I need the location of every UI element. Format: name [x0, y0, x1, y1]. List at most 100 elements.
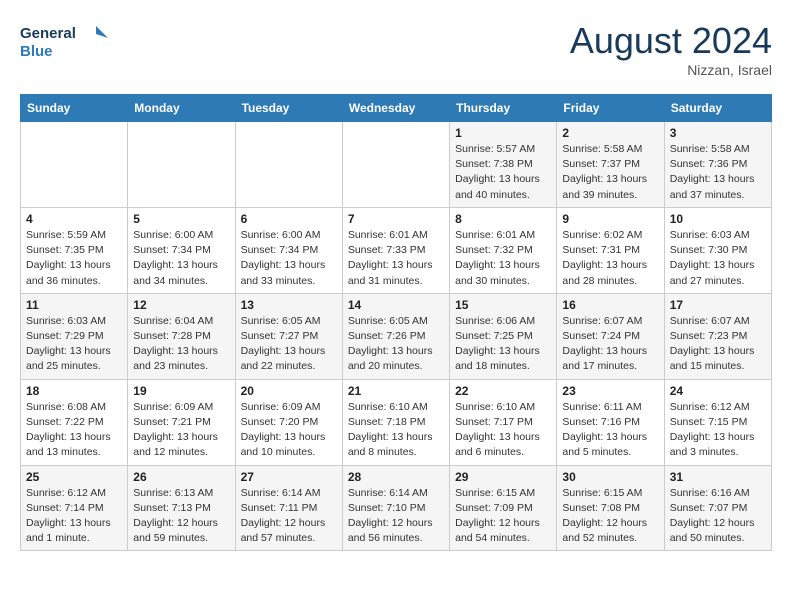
day-cell-9: 9 Sunrise: 6:02 AMSunset: 7:31 PMDaylight… — [557, 207, 664, 293]
day-info: Sunrise: 6:03 AMSunset: 7:30 PMDaylight:… — [670, 228, 766, 289]
day-number: 6 — [241, 212, 337, 226]
day-cell-4: 4 Sunrise: 5:59 AMSunset: 7:35 PMDaylight… — [21, 207, 128, 293]
week-row-2: 4 Sunrise: 5:59 AMSunset: 7:35 PMDaylight… — [21, 207, 772, 293]
day-number: 12 — [133, 298, 229, 312]
day-number: 7 — [348, 212, 444, 226]
title-block: August 2024 Nizzan, Israel — [570, 20, 772, 78]
day-cell-28: 28 Sunrise: 6:14 AMSunset: 7:10 PMDayligh… — [342, 465, 449, 551]
day-info: Sunrise: 6:09 AMSunset: 7:21 PMDaylight:… — [133, 400, 229, 461]
day-number: 3 — [670, 126, 766, 140]
weekday-header-tuesday: Tuesday — [235, 95, 342, 122]
day-number: 10 — [670, 212, 766, 226]
day-info: Sunrise: 6:00 AMSunset: 7:34 PMDaylight:… — [241, 228, 337, 289]
calendar-table: SundayMondayTuesdayWednesdayThursdayFrid… — [20, 94, 772, 551]
day-cell-20: 20 Sunrise: 6:09 AMSunset: 7:20 PMDayligh… — [235, 379, 342, 465]
svg-text:General: General — [20, 25, 76, 42]
day-number: 28 — [348, 470, 444, 484]
day-cell-6: 6 Sunrise: 6:00 AMSunset: 7:34 PMDaylight… — [235, 207, 342, 293]
day-number: 16 — [562, 298, 658, 312]
day-number: 13 — [241, 298, 337, 312]
weekday-header-monday: Monday — [128, 95, 235, 122]
page-header: General Blue August 2024 Nizzan, Israel — [20, 20, 772, 78]
day-number: 23 — [562, 384, 658, 398]
day-number: 14 — [348, 298, 444, 312]
day-number: 9 — [562, 212, 658, 226]
day-info: Sunrise: 6:16 AMSunset: 7:07 PMDaylight:… — [670, 486, 766, 547]
day-cell-12: 12 Sunrise: 6:04 AMSunset: 7:28 PMDayligh… — [128, 293, 235, 379]
day-cell-15: 15Sunrise: 6:06 AMSunset: 7:25 PMDayligh… — [450, 293, 557, 379]
empty-cell — [342, 122, 449, 208]
day-cell-29: 29 Sunrise: 6:15 AMSunset: 7:09 PMDayligh… — [450, 465, 557, 551]
day-cell-14: 14 Sunrise: 6:05 AMSunset: 7:26 PMDayligh… — [342, 293, 449, 379]
day-info: Sunrise: 5:58 AMSunset: 7:37 PMDaylight:… — [562, 142, 658, 203]
day-info: Sunrise: 6:04 AMSunset: 7:28 PMDaylight:… — [133, 314, 229, 375]
day-info: Sunrise: 6:11 AMSunset: 7:16 PMDaylight:… — [562, 400, 658, 461]
day-info: Sunrise: 6:09 AMSunset: 7:20 PMDaylight:… — [241, 400, 337, 461]
day-info: Sunrise: 6:02 AMSunset: 7:31 PMDaylight:… — [562, 228, 658, 289]
day-info: Sunrise: 6:12 AMSunset: 7:15 PMDaylight:… — [670, 400, 766, 461]
day-number: 2 — [562, 126, 658, 140]
day-info: Sunrise: 5:57 AMSunset: 7:38 PMDaylight:… — [455, 142, 551, 203]
day-info: Sunrise: 6:14 AMSunset: 7:10 PMDaylight:… — [348, 486, 444, 547]
day-number: 31 — [670, 470, 766, 484]
day-cell-5: 5 Sunrise: 6:00 AMSunset: 7:34 PMDaylight… — [128, 207, 235, 293]
day-info: Sunrise: 6:01 AMSunset: 7:33 PMDaylight:… — [348, 228, 444, 289]
day-info: Sunrise: 6:13 AMSunset: 7:13 PMDaylight:… — [133, 486, 229, 547]
day-info: Sunrise: 6:14 AMSunset: 7:11 PMDaylight:… — [241, 486, 337, 547]
day-number: 1 — [455, 126, 551, 140]
day-info: Sunrise: 6:10 AMSunset: 7:17 PMDaylight:… — [455, 400, 551, 461]
day-cell-31: 31 Sunrise: 6:16 AMSunset: 7:07 PMDayligh… — [664, 465, 771, 551]
day-cell-13: 13 Sunrise: 6:05 AMSunset: 7:27 PMDayligh… — [235, 293, 342, 379]
day-number: 4 — [26, 212, 122, 226]
day-info: Sunrise: 6:10 AMSunset: 7:18 PMDaylight:… — [348, 400, 444, 461]
day-cell-17: 17Sunrise: 6:07 AMSunset: 7:23 PMDayligh… — [664, 293, 771, 379]
weekday-header-sunday: Sunday — [21, 95, 128, 122]
day-cell-22: 22Sunrise: 6:10 AMSunset: 7:17 PMDayligh… — [450, 379, 557, 465]
day-cell-11: 11 Sunrise: 6:03 AMSunset: 7:29 PMDayligh… — [21, 293, 128, 379]
day-number: 26 — [133, 470, 229, 484]
week-row-3: 11 Sunrise: 6:03 AMSunset: 7:29 PMDayligh… — [21, 293, 772, 379]
day-number: 19 — [133, 384, 229, 398]
day-cell-21: 21 Sunrise: 6:10 AMSunset: 7:18 PMDayligh… — [342, 379, 449, 465]
day-cell-23: 23 Sunrise: 6:11 AMSunset: 7:16 PMDayligh… — [557, 379, 664, 465]
day-info: Sunrise: 5:59 AMSunset: 7:35 PMDaylight:… — [26, 228, 122, 289]
day-cell-8: 8Sunrise: 6:01 AMSunset: 7:32 PMDaylight… — [450, 207, 557, 293]
day-cell-27: 27 Sunrise: 6:14 AMSunset: 7:11 PMDayligh… — [235, 465, 342, 551]
day-info: Sunrise: 6:06 AMSunset: 7:25 PMDaylight:… — [455, 314, 551, 375]
day-cell-19: 19 Sunrise: 6:09 AMSunset: 7:21 PMDayligh… — [128, 379, 235, 465]
day-number: 20 — [241, 384, 337, 398]
day-cell-7: 7 Sunrise: 6:01 AMSunset: 7:33 PMDaylight… — [342, 207, 449, 293]
day-info: Sunrise: 6:05 AMSunset: 7:26 PMDaylight:… — [348, 314, 444, 375]
weekday-header-friday: Friday — [557, 95, 664, 122]
weekday-header-thursday: Thursday — [450, 95, 557, 122]
empty-cell — [128, 122, 235, 208]
day-info: Sunrise: 6:00 AMSunset: 7:34 PMDaylight:… — [133, 228, 229, 289]
day-number: 29 — [455, 470, 551, 484]
weekday-header-wednesday: Wednesday — [342, 95, 449, 122]
day-number: 8 — [455, 212, 551, 226]
day-cell-1: 1 Sunrise: 5:57 AMSunset: 7:38 PMDaylight… — [450, 122, 557, 208]
empty-cell — [235, 122, 342, 208]
day-number: 25 — [26, 470, 122, 484]
day-info: Sunrise: 6:03 AMSunset: 7:29 PMDaylight:… — [26, 314, 122, 375]
location: Nizzan, Israel — [570, 62, 772, 78]
day-info: Sunrise: 6:05 AMSunset: 7:27 PMDaylight:… — [241, 314, 337, 375]
day-cell-26: 26 Sunrise: 6:13 AMSunset: 7:13 PMDayligh… — [128, 465, 235, 551]
day-number: 11 — [26, 298, 122, 312]
day-cell-3: 3Sunrise: 5:58 AMSunset: 7:36 PMDaylight… — [664, 122, 771, 208]
day-info: Sunrise: 6:08 AMSunset: 7:22 PMDaylight:… — [26, 400, 122, 461]
day-number: 27 — [241, 470, 337, 484]
day-number: 5 — [133, 212, 229, 226]
day-number: 18 — [26, 384, 122, 398]
day-number: 17 — [670, 298, 766, 312]
empty-cell — [21, 122, 128, 208]
week-row-1: 1 Sunrise: 5:57 AMSunset: 7:38 PMDaylight… — [21, 122, 772, 208]
month-title: August 2024 — [570, 20, 772, 62]
day-number: 21 — [348, 384, 444, 398]
day-info: Sunrise: 6:07 AMSunset: 7:24 PMDaylight:… — [562, 314, 658, 375]
day-info: Sunrise: 6:15 AMSunset: 7:09 PMDaylight:… — [455, 486, 551, 547]
weekday-header-saturday: Saturday — [664, 95, 771, 122]
day-info: Sunrise: 6:15 AMSunset: 7:08 PMDaylight:… — [562, 486, 658, 547]
weekday-header-row: SundayMondayTuesdayWednesdayThursdayFrid… — [21, 95, 772, 122]
day-cell-24: 24Sunrise: 6:12 AMSunset: 7:15 PMDayligh… — [664, 379, 771, 465]
